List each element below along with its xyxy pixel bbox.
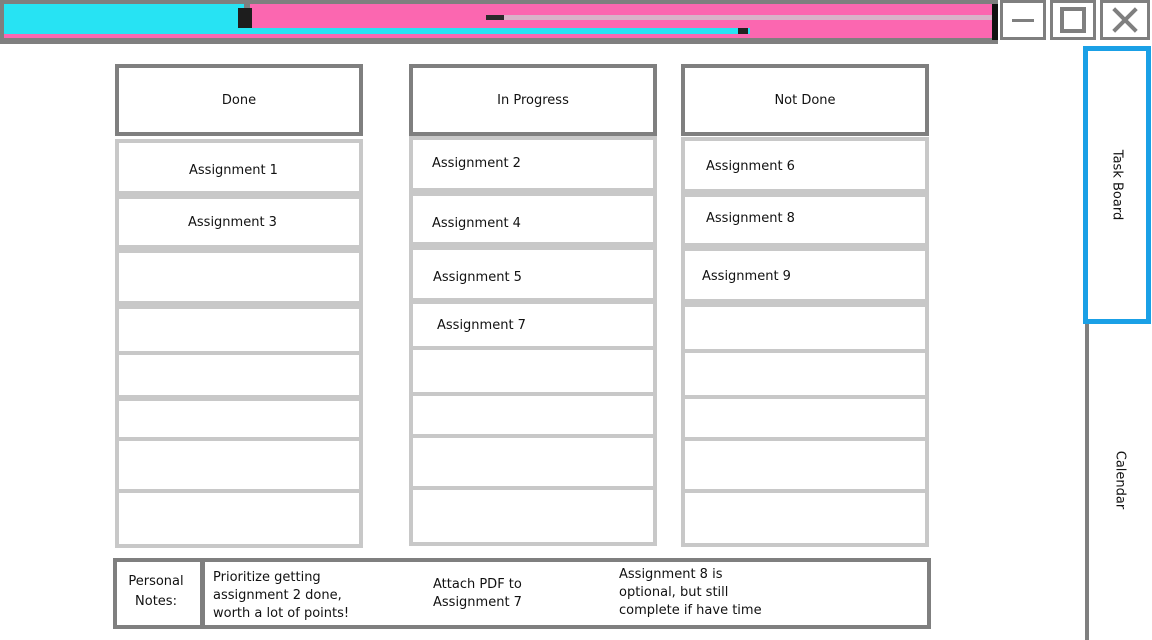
- task-card[interactable]: [681, 395, 929, 441]
- task-card[interactable]: [681, 489, 929, 547]
- task-label: Assignment 2: [432, 156, 521, 171]
- tab-label: Task Board: [1109, 149, 1125, 221]
- task-card[interactable]: [681, 437, 929, 493]
- note-line: assignment 2 done,: [213, 588, 342, 603]
- note-line: complete if have time: [619, 603, 762, 618]
- task-card[interactable]: [409, 486, 657, 546]
- task-card[interactable]: Assignment 9: [681, 247, 929, 303]
- column-title: Not Done: [774, 92, 836, 108]
- note-line: worth a lot of points!: [213, 606, 350, 621]
- task-card[interactable]: [115, 489, 363, 548]
- task-card[interactable]: Assignment 4: [409, 192, 657, 246]
- column-header-not-done: Not Done: [681, 64, 929, 136]
- task-label: Assignment 4: [432, 216, 521, 231]
- column-header-done: Done: [115, 64, 363, 136]
- task-card[interactable]: [409, 434, 657, 490]
- task-label: Assignment 7: [437, 318, 526, 333]
- note-line: Assignment 7: [433, 595, 522, 610]
- task-card[interactable]: [681, 349, 929, 399]
- tab-label: Calendar: [1112, 450, 1128, 510]
- title-bar-stripe: [486, 15, 992, 20]
- note-line: Prioritize getting: [213, 570, 321, 585]
- task-card[interactable]: Assignment 1: [115, 139, 363, 195]
- notes-label: Personal Notes:: [121, 572, 191, 612]
- close-button[interactable]: [1100, 0, 1150, 40]
- task-card[interactable]: Assignment 7: [409, 300, 657, 350]
- task-card[interactable]: Assignment 3: [115, 195, 363, 249]
- task-card[interactable]: [115, 351, 363, 399]
- close-icon: [1111, 6, 1139, 34]
- task-label: Assignment 6: [706, 159, 795, 174]
- tab-calendar[interactable]: Calendar: [1090, 340, 1150, 620]
- task-label: Assignment 5: [433, 270, 522, 285]
- task-card[interactable]: Assignment 8: [681, 193, 929, 247]
- task-card[interactable]: Assignment 5: [409, 246, 657, 302]
- task-label: Assignment 3: [188, 215, 277, 230]
- task-card[interactable]: [115, 249, 363, 305]
- column-title: Done: [221, 92, 257, 108]
- task-card[interactable]: [115, 437, 363, 493]
- tab-task-board[interactable]: Task Board: [1083, 46, 1151, 324]
- notes-label-line: Personal: [128, 574, 184, 589]
- task-label: Assignment 1: [189, 163, 278, 178]
- task-label: Assignment 8: [706, 211, 795, 226]
- maximize-icon: [1060, 7, 1086, 33]
- title-bar-pink-stripe: [4, 34, 992, 38]
- title-bar-edge: [992, 4, 998, 40]
- title-bar-dark-marker: [238, 8, 252, 28]
- task-card[interactable]: [115, 305, 363, 355]
- maximize-button[interactable]: [1050, 0, 1096, 40]
- note-item[interactable]: Prioritize getting assignment 2 done, wo…: [213, 569, 349, 623]
- minimize-icon: [1012, 18, 1034, 22]
- task-card[interactable]: [409, 346, 657, 396]
- task-card[interactable]: Assignment 6: [681, 137, 929, 193]
- title-bar-stripe-marker: [486, 15, 504, 20]
- title-bar-cyan-block: [4, 4, 244, 30]
- personal-notes-panel: Personal Notes: Prioritize getting assig…: [113, 558, 931, 629]
- title-bar: [0, 0, 1152, 46]
- task-card[interactable]: Assignment 2: [409, 136, 657, 192]
- note-line: Assignment 8 is: [619, 567, 723, 582]
- task-card[interactable]: [409, 392, 657, 438]
- task-card[interactable]: [681, 303, 929, 353]
- task-label: Assignment 9: [702, 269, 791, 284]
- column-header-in-progress: In Progress: [409, 64, 657, 136]
- task-card[interactable]: [115, 397, 363, 441]
- note-line: optional, but still: [619, 585, 729, 600]
- note-line: Attach PDF to: [433, 577, 522, 592]
- notes-divider: [200, 562, 205, 625]
- minimize-button[interactable]: [1000, 0, 1046, 40]
- column-title: In Progress: [497, 92, 569, 108]
- notes-label-line: Notes:: [135, 594, 177, 609]
- note-item[interactable]: Assignment 8 is optional, but still comp…: [619, 566, 762, 620]
- note-item[interactable]: Attach PDF to Assignment 7: [433, 576, 522, 612]
